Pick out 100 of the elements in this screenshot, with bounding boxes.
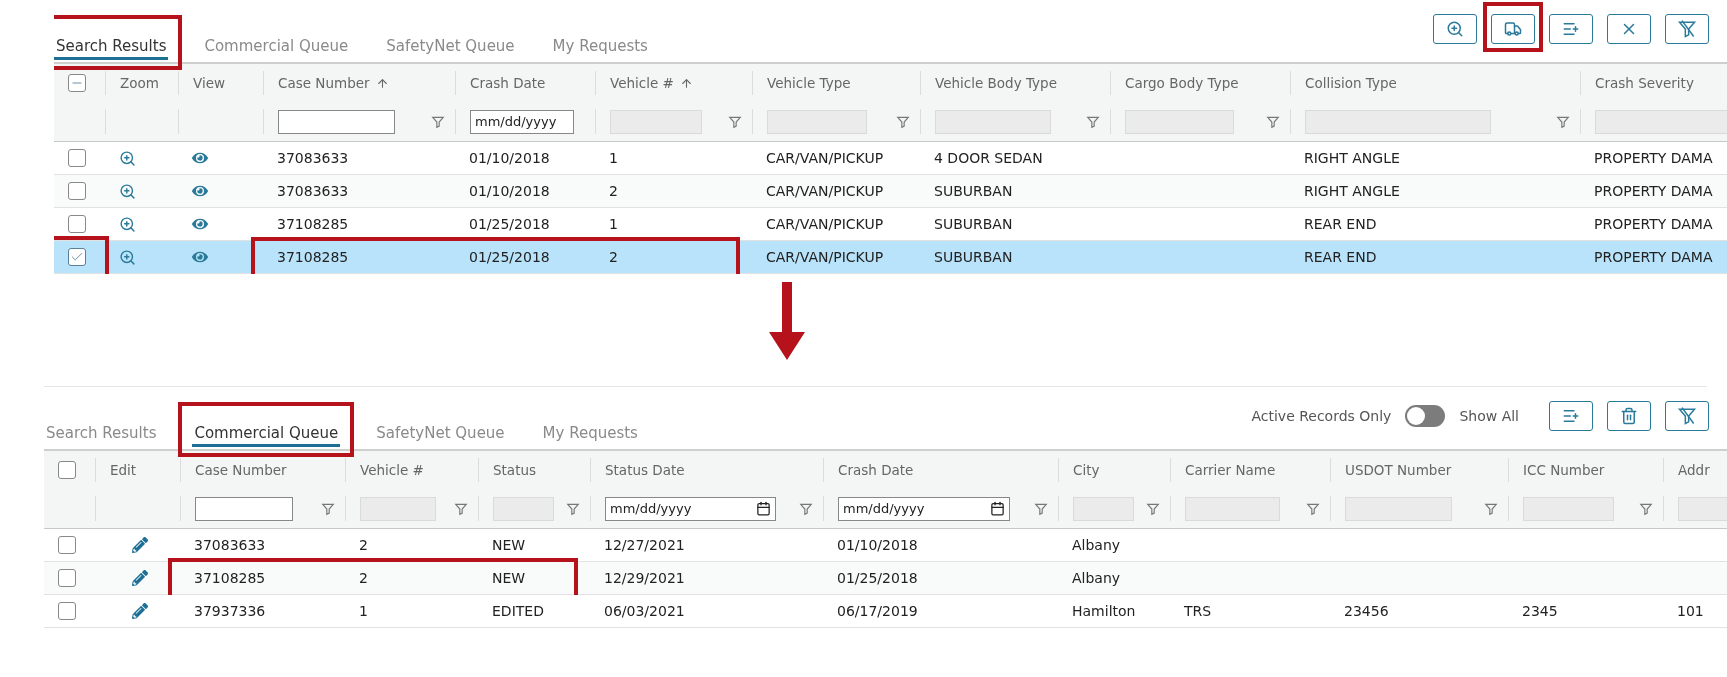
pencil-icon[interactable] bbox=[131, 537, 148, 553]
delete-button[interactable] bbox=[1607, 401, 1651, 431]
add-list-button[interactable] bbox=[1549, 401, 1593, 431]
tab[interactable]: My Requests bbox=[540, 424, 640, 447]
table-cell: 2 bbox=[359, 537, 368, 553]
column-header[interactable]: View bbox=[193, 75, 226, 91]
table-cell: 01/10/2018 bbox=[469, 183, 550, 199]
zoom-in-icon[interactable] bbox=[119, 182, 136, 200]
row-checkbox[interactable] bbox=[68, 215, 86, 233]
column-header[interactable]: Crash Date bbox=[470, 75, 546, 91]
row-checkbox[interactable] bbox=[58, 569, 76, 587]
date-filter-field[interactable]: mm/dd/yyyy bbox=[605, 496, 776, 521]
table-cell: Hamilton bbox=[1072, 603, 1136, 619]
column-header[interactable]: Carrier Name bbox=[1185, 462, 1276, 478]
toggle-switch[interactable] bbox=[1405, 405, 1446, 427]
table-row[interactable]: 37083633 01/10/2018 2 CAR/VAN/PICKUP SUBURBAN RIGHT ANGLE PROPERTY DAMA bbox=[54, 175, 1727, 208]
eye-icon[interactable] bbox=[192, 150, 208, 166]
table-cell: SUBURBAN bbox=[934, 183, 1013, 199]
column-header[interactable]: Collision Type bbox=[1305, 75, 1397, 91]
table-cell: PROPERTY DAMA bbox=[1594, 150, 1713, 166]
tab[interactable]: Commercial Queue bbox=[202, 37, 351, 60]
tab[interactable]: Commercial Queue bbox=[192, 424, 341, 447]
zoom-in-icon[interactable] bbox=[119, 248, 136, 266]
column-header[interactable]: Cargo Body Type bbox=[1125, 75, 1239, 91]
column-header[interactable]: Vehicle # bbox=[360, 462, 424, 478]
filter-field[interactable] bbox=[278, 109, 395, 134]
column-header[interactable]: Vehicle # bbox=[610, 75, 693, 91]
row-checkbox[interactable] bbox=[58, 602, 76, 620]
table-cell: 1 bbox=[359, 603, 368, 619]
zoom-in-icon[interactable] bbox=[119, 149, 136, 167]
truck-button[interactable] bbox=[1491, 14, 1535, 44]
filter-icon[interactable] bbox=[1034, 501, 1048, 516]
tab[interactable]: Search Results bbox=[54, 37, 169, 60]
eye-icon[interactable] bbox=[192, 183, 208, 199]
table-cell: 1 bbox=[609, 150, 618, 166]
filter-icon[interactable] bbox=[1484, 501, 1498, 516]
filter-icon[interactable] bbox=[1306, 501, 1320, 516]
column-header[interactable]: ICC Number bbox=[1523, 462, 1605, 478]
column-header[interactable]: Zoom bbox=[120, 75, 159, 91]
calendar-icon[interactable] bbox=[755, 500, 771, 516]
column-header[interactable]: City bbox=[1073, 462, 1100, 478]
table-row[interactable]: 37937336 1 EDITED 06/03/2021 06/17/2019 Hamilton TRS 23456 2345 101 bbox=[44, 595, 1727, 628]
column-header[interactable]: Case Number bbox=[278, 75, 389, 91]
close-button[interactable] bbox=[1607, 14, 1651, 44]
date-filter-field[interactable]: mm/dd/yyyy bbox=[470, 109, 574, 134]
filter-icon[interactable] bbox=[1266, 114, 1280, 129]
table-cell: 01/25/2018 bbox=[469, 216, 550, 232]
column-header[interactable]: USDOT Number bbox=[1345, 462, 1452, 478]
filter-icon[interactable] bbox=[431, 114, 445, 129]
column-header[interactable]: Status bbox=[493, 462, 537, 478]
table-cell: SUBURBAN bbox=[934, 249, 1013, 265]
column-header[interactable]: Crash Date bbox=[838, 462, 914, 478]
clear-filter-button[interactable] bbox=[1665, 14, 1709, 44]
truck-icon bbox=[1504, 20, 1522, 38]
filter-field[interactable] bbox=[195, 496, 293, 521]
eye-icon[interactable] bbox=[192, 216, 208, 232]
row-checkbox[interactable] bbox=[68, 149, 86, 167]
tab[interactable]: SafetyNet Queue bbox=[374, 424, 507, 447]
filter-icon[interactable] bbox=[1556, 114, 1570, 129]
row-checkbox[interactable] bbox=[58, 536, 76, 554]
tab[interactable]: SafetyNet Queue bbox=[384, 37, 517, 60]
add-list-button[interactable] bbox=[1549, 14, 1593, 44]
clear-filter-button[interactable] bbox=[1665, 401, 1709, 431]
filter-icon[interactable] bbox=[728, 114, 742, 129]
filter-icon[interactable] bbox=[799, 501, 813, 516]
column-header[interactable]: Edit bbox=[110, 462, 137, 478]
filter-icon[interactable] bbox=[454, 501, 468, 516]
pencil-icon[interactable] bbox=[131, 570, 148, 586]
table-cell: 01/10/2018 bbox=[837, 537, 918, 553]
select-all-checkbox[interactable] bbox=[58, 461, 76, 479]
column-header[interactable]: Case Number bbox=[195, 462, 287, 478]
zoom-in-icon[interactable] bbox=[119, 215, 136, 233]
column-header[interactable]: Vehicle Type bbox=[767, 75, 851, 91]
zoom-button[interactable] bbox=[1433, 14, 1477, 44]
filter-icon[interactable] bbox=[1639, 501, 1653, 516]
filter-icon[interactable] bbox=[321, 501, 335, 516]
date-filter-field[interactable]: mm/dd/yyyy bbox=[838, 496, 1011, 521]
eye-icon[interactable] bbox=[192, 249, 208, 265]
column-header[interactable]: Addr bbox=[1678, 462, 1710, 478]
tab[interactable]: My Requests bbox=[550, 37, 650, 60]
filter-icon[interactable] bbox=[1086, 114, 1100, 129]
table-cell: 37108285 bbox=[277, 216, 349, 232]
table-cell: NEW bbox=[492, 570, 526, 586]
pencil-icon[interactable] bbox=[131, 603, 148, 619]
calendar-icon[interactable] bbox=[990, 500, 1006, 516]
table-cell: 37083633 bbox=[277, 150, 349, 166]
row-checkbox[interactable] bbox=[68, 248, 86, 266]
column-header[interactable]: Crash Severity bbox=[1595, 75, 1694, 91]
filter-icon[interactable] bbox=[566, 501, 580, 516]
table-cell: SUBURBAN bbox=[934, 216, 1013, 232]
table-cell: 37937336 bbox=[194, 603, 266, 619]
column-header[interactable]: Status Date bbox=[605, 462, 685, 478]
toggle-label: Show All bbox=[1459, 408, 1519, 424]
filter-icon[interactable] bbox=[1146, 501, 1160, 516]
select-all-checkbox[interactable] bbox=[68, 74, 86, 92]
clear-filter-icon bbox=[1677, 406, 1697, 426]
row-checkbox[interactable] bbox=[68, 182, 86, 200]
tab[interactable]: Search Results bbox=[44, 424, 159, 447]
filter-icon[interactable] bbox=[896, 114, 910, 129]
column-header[interactable]: Vehicle Body Type bbox=[935, 75, 1057, 91]
